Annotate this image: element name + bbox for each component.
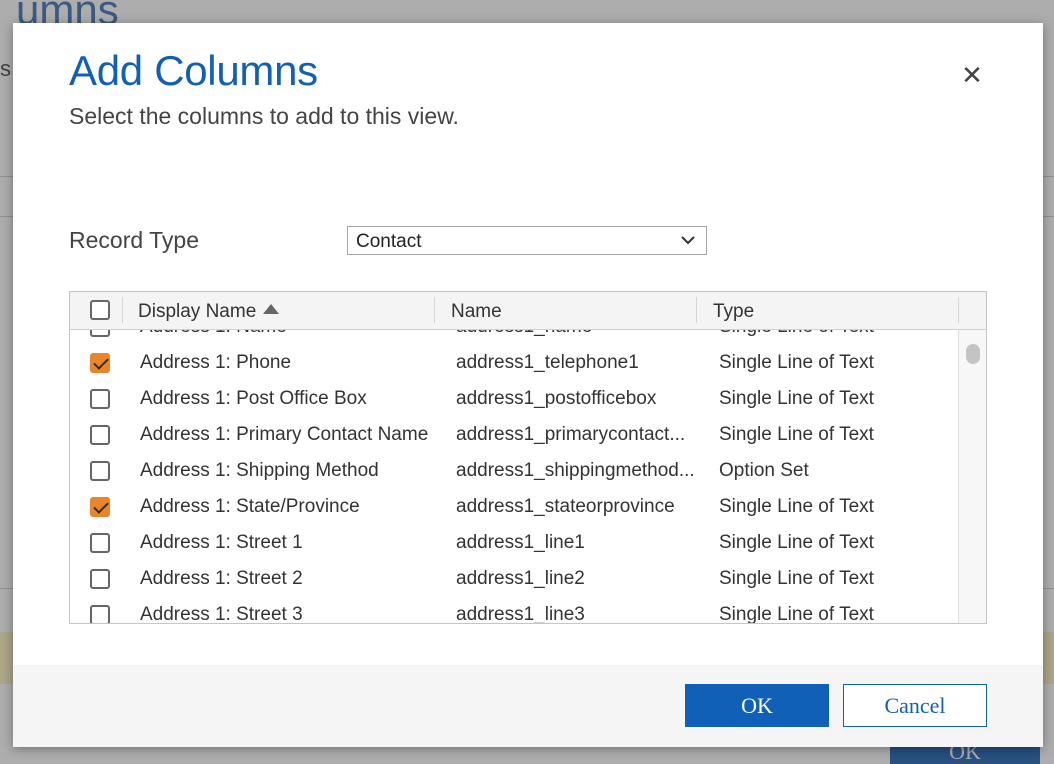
table-row[interactable]: Address 1: Name address1_name Single Line … — [70, 330, 958, 345]
column-separator — [958, 297, 959, 323]
table-row[interactable]: Address 1: Primary Contact Name address1_… — [70, 417, 958, 453]
cell-display-name: Address 1: Street 1 — [140, 532, 303, 553]
record-type-select[interactable]: Contact — [347, 226, 707, 255]
grid-body: Address 1: Name address1_name Single Line … — [70, 330, 958, 623]
table-row[interactable]: Address 1: Street 1 address1_line1 Single … — [70, 525, 958, 561]
column-header-name[interactable]: Name — [451, 301, 502, 323]
dialog-subtitle: Select the columns to add to this view. — [69, 103, 459, 129]
cell-type: Option Set — [719, 460, 809, 481]
table-row[interactable]: Address 1: Street 2 address1_line2 Single … — [70, 561, 958, 597]
row-checkbox[interactable] — [90, 353, 110, 373]
cell-display-name: Address 1: Shipping Method — [140, 460, 379, 481]
row-checkbox[interactable] — [90, 497, 110, 517]
cell-type: Single Line of Text — [719, 330, 939, 338]
cell-name: address1_shippingmethod... — [456, 460, 695, 481]
dialog-title: Add Columns — [69, 47, 318, 94]
cell-type: Single Line of Text — [719, 604, 874, 623]
table-row[interactable]: Address 1: Street 3 address1_line3 Single … — [70, 597, 958, 623]
cell-name: address1_line2 — [456, 568, 585, 589]
cell-display-name: Address 1: Street 3 — [140, 604, 303, 623]
record-type-value: Contact — [356, 231, 422, 252]
column-header-type[interactable]: Type — [713, 301, 754, 323]
column-header-display-name[interactable]: Display Name — [138, 301, 280, 323]
cell-type: Single Line of Text — [719, 388, 874, 409]
row-checkbox[interactable] — [90, 533, 110, 553]
column-separator — [434, 297, 435, 323]
grid-scrollbar[interactable] — [958, 330, 986, 623]
column-header-display-name-label: Display Name — [138, 301, 257, 322]
cell-type: Single Line of Text — [719, 352, 874, 373]
cell-type: Single Line of Text — [719, 532, 874, 553]
table-row[interactable]: Address 1: Post Office Box address1_posto… — [70, 381, 958, 417]
cell-display-name: Address 1: Street 2 — [140, 568, 303, 589]
row-checkbox[interactable] — [90, 461, 110, 481]
chevron-down-icon — [681, 236, 695, 245]
cell-type: Single Line of Text — [719, 496, 874, 517]
cell-display-name: Address 1: State/Province — [140, 496, 360, 517]
sort-ascending-icon — [263, 304, 280, 314]
row-checkbox[interactable] — [90, 605, 110, 623]
cell-name: address1_postofficebox — [456, 388, 657, 409]
scrollbar-thumb[interactable] — [966, 344, 980, 364]
cell-name: address1_telephone1 — [456, 352, 639, 373]
table-row[interactable]: Address 1: Shipping Method address1_shipp… — [70, 453, 958, 489]
cell-name: address1_line3 — [456, 604, 585, 623]
cell-display-name: Address 1: Phone — [140, 352, 292, 373]
grid-header: Display Name Name Type — [70, 292, 986, 330]
row-checkbox[interactable] — [90, 569, 110, 589]
grid-rows: Address 1: Name address1_name Single Line … — [70, 330, 958, 623]
row-checkbox[interactable] — [90, 330, 110, 337]
row-checkbox[interactable] — [90, 425, 110, 445]
cancel-button[interactable]: Cancel — [843, 684, 987, 727]
cell-name: address1_primarycontact... — [456, 424, 686, 445]
cell-name: address1_line1 — [456, 532, 585, 553]
column-separator — [696, 297, 697, 323]
record-type-label: Record Type — [69, 227, 199, 253]
select-all-checkbox[interactable] — [90, 300, 110, 320]
table-row[interactable]: Address 1: State/Province address1_stateo… — [70, 489, 958, 525]
cell-display-name: Address 1: Post Office Box — [140, 388, 367, 409]
cell-display-name: Address 1: Name — [140, 330, 440, 338]
cell-display-name: Address 1: Primary Contact Name — [140, 424, 429, 445]
cell-name: address1_name — [456, 330, 696, 338]
add-columns-dialog: Add Columns Select the columns to add to… — [13, 23, 1043, 747]
table-row[interactable]: Address 1: Phone address1_telephone1 Singl… — [70, 345, 958, 381]
row-checkbox[interactable] — [90, 389, 110, 409]
column-separator — [122, 297, 123, 323]
cell-name: address1_stateorprovince — [456, 496, 675, 517]
columns-grid: Display Name Name Type Address 1: Name ad… — [69, 291, 987, 624]
ok-button[interactable]: OK — [685, 684, 829, 727]
close-icon[interactable]: ✕ — [959, 61, 985, 89]
cell-type: Single Line of Text — [719, 568, 874, 589]
cell-type: Single Line of Text — [719, 424, 874, 445]
